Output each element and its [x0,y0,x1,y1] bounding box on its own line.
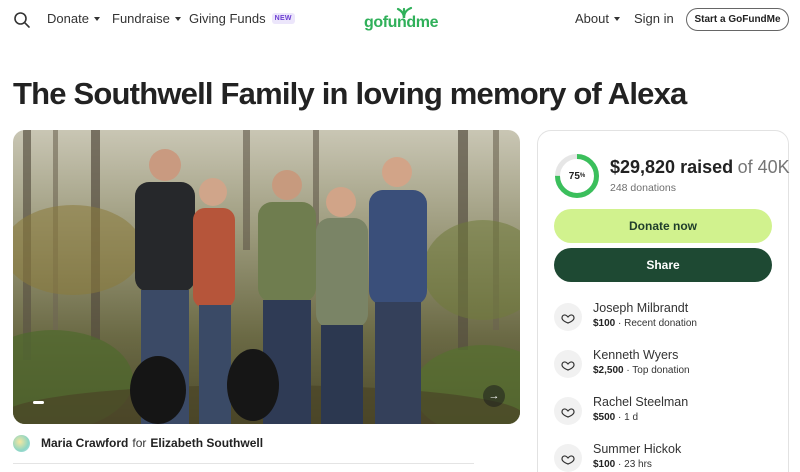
arrow-right-icon[interactable]: → [483,385,505,407]
donor-name: Summer Hickok [593,442,682,456]
heart-hand-icon [554,350,582,378]
share-button[interactable]: Share [554,248,772,282]
donation-item: Kenneth Wyers $2,500 · Top donation [554,348,774,382]
organizer-line: Maria Crawford for Elizabeth Southwell [13,434,263,452]
new-badge: NEW [271,13,295,24]
campaign-photo[interactable]: → [13,130,520,424]
donation-note: · Top donation [626,365,690,376]
donation-amount: $500 [593,412,616,423]
donation-meta: $100 · Recent donation [593,318,697,329]
carousel-indicator[interactable] [33,401,44,404]
site-header: Donate Fundraise Giving Funds NEW gofund… [0,0,800,40]
nav-fundraise-label: Fundraise [112,11,170,26]
nav-about[interactable]: About [575,11,620,26]
donation-meta: $2,500 · Top donation [593,365,690,376]
page-title: The Southwell Family in loving memory of… [13,76,687,111]
progress-percent-number: 75 [568,170,580,182]
start-gofundme-button[interactable]: Start a GoFundMe [686,8,789,31]
gofundme-logo[interactable]: gofundme [364,6,440,34]
donation-amount: $2,500 [593,365,624,376]
progress-percent-sign: % [579,173,586,179]
person-4 [316,187,368,424]
beneficiary-name: Elizabeth Southwell [150,436,264,450]
nav-about-label: About [575,11,609,26]
donation-note: · Recent donation [618,318,697,329]
donor-name: Joseph Milbrandt [593,301,689,315]
donation-note: · 23 hrs [618,459,652,470]
donation-meta: $100 · 23 hrs [593,459,652,470]
nav-sign-in-label: Sign in [634,11,674,26]
donation-item: Rachel Steelman $500 · 1 d [554,395,774,429]
donation-amount: $100 [593,459,616,470]
donation-item: Summer Hickok $100 · 23 hrs [554,442,774,472]
avatar [13,434,30,452]
chevron-down-icon [93,16,100,21]
search-icon[interactable] [13,11,31,29]
organizer-name: Maria Crawford [41,436,129,450]
heart-hand-icon [554,397,582,425]
goal-text: of 40K [737,157,790,177]
donations-count: 248 donations [610,182,676,194]
nav-donate-label: Donate [47,11,89,26]
donor-name: Rachel Steelman [593,395,689,409]
donate-now-button[interactable]: Donate now [554,209,772,243]
logo-text: gofundme [364,14,439,31]
organizer-for-text: for [132,436,147,450]
nav-sign-in[interactable]: Sign in [634,11,674,26]
family-photo-image [13,130,520,424]
amount-raised: $29,820 raised of 40K [610,157,790,178]
person-5 [369,157,427,424]
chevron-down-icon [174,16,181,21]
nav-giving-funds[interactable]: Giving Funds NEW [189,11,295,26]
divider [13,463,474,464]
donor-name: Kenneth Wyers [593,348,679,362]
nav-fundraise[interactable]: Fundraise [112,11,181,26]
donation-meta: $500 · 1 d [593,412,638,423]
nav-giving-funds-label: Giving Funds [189,11,266,26]
raised-amount: $29,820 raised [610,157,734,177]
nav-donate[interactable]: Donate [47,11,100,26]
donation-card: 75% $29,820 raised of 40K 248 donations … [537,130,790,472]
progress-percent: 75% [554,153,600,199]
donation-note: · 1 d [618,412,639,423]
chevron-down-icon [613,16,620,21]
donation-amount: $100 [593,318,616,329]
heart-hand-icon [554,444,582,472]
heart-hand-icon [554,303,582,331]
donation-item: Joseph Milbrandt $100 · Recent donation [554,301,774,335]
